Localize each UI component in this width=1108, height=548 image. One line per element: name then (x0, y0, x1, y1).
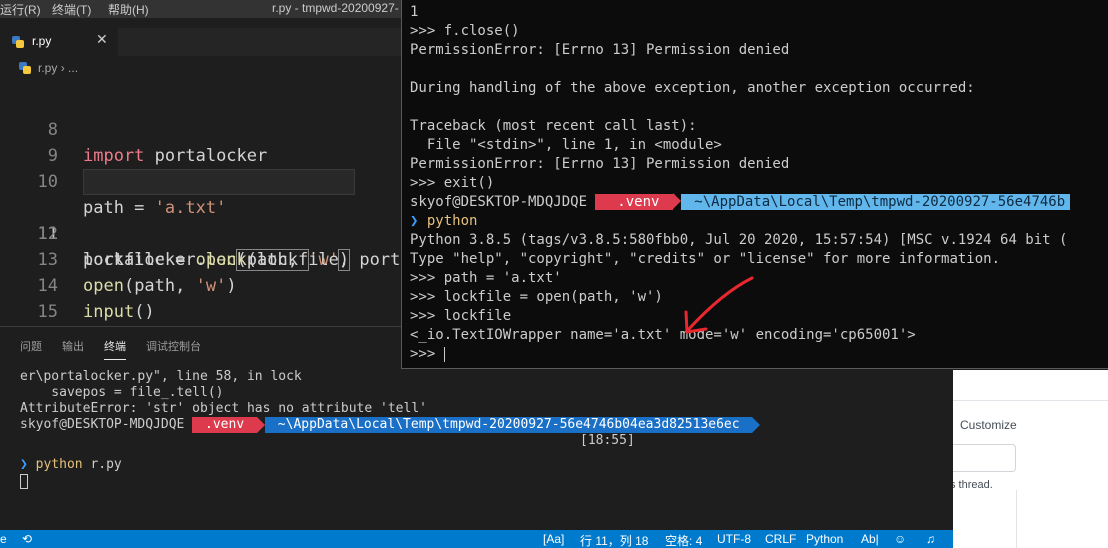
wt-line: Traceback (most recent call last): (410, 118, 697, 134)
status-item[interactable]: e (0, 532, 7, 546)
divider (1016, 490, 1017, 548)
wt-line: 1 (410, 4, 419, 20)
status-match-case[interactable]: [Aa] (543, 532, 564, 546)
status-encoding[interactable]: UTF-8 (717, 532, 751, 546)
terminal-line: savepos = file_.tell() (20, 385, 224, 400)
wt-line: During handling of the above exception, … (410, 80, 975, 96)
wt-line: >>> f.close() (410, 23, 520, 39)
wt-line: Type "help", "copyright", "credits" or "… (410, 251, 1001, 267)
line-number: 15 (37, 302, 58, 322)
annotation-arrow-icon (684, 276, 754, 334)
bell-icon[interactable]: ♫ (926, 532, 935, 546)
venv-segment: .venv (595, 194, 673, 210)
wt-line: >>> lockfile = open(path, 'w') (410, 289, 663, 305)
status-ab[interactable]: Ab| (861, 532, 879, 546)
wt-line: <_io.TextIOWrapper name='a.txt' mode='w'… (410, 327, 916, 343)
tab-output[interactable]: 输出 (62, 338, 84, 354)
terminal-line: er\portalocker.py", line 58, in lock (20, 369, 302, 384)
wt-line: PermissionError: [Errno 13] Permission d… (410, 156, 790, 172)
prompt-chevron-icon: ❯ (20, 457, 28, 472)
wt-command-line: ❯ python (410, 213, 478, 229)
terminal-cursor (443, 346, 445, 362)
status-language[interactable]: Python (806, 532, 843, 546)
menu-help[interactable]: 帮助(H) (108, 1, 149, 18)
menu-run[interactable]: 运行(R) (0, 1, 41, 18)
prompt-chevron-icon: ❯ (410, 213, 419, 229)
terminal-command-line: ❯ python r.py (20, 457, 122, 472)
wt-prompt-line: skyof@DESKTOP-MDQJDQE .venv ~\AppData\Lo… (410, 193, 1071, 212)
tab-label: r.py (32, 34, 52, 48)
customize-link[interactable]: Customize (960, 418, 1017, 432)
terminal-line: AttributeError: 'str' object has no attr… (20, 401, 427, 416)
terminal-time: [18:55] (580, 433, 635, 448)
venv-segment: .venv (192, 417, 257, 433)
window-title: r.py - tmpwd-20200927- (272, 1, 399, 15)
tab-debug-console[interactable]: 调试控制台 (146, 338, 201, 354)
status-indentation[interactable]: 空格: 4 (665, 532, 702, 548)
wt-line: Python 3.8.5 (tags/v3.8.5:580fbb0, Jul 2… (410, 232, 1068, 248)
tab-problems[interactable]: 问题 (20, 338, 42, 354)
wt-line: >>> path = 'a.txt' (410, 270, 562, 286)
thread-text: s thread. (950, 479, 993, 491)
status-eol[interactable]: CRLF (765, 532, 796, 546)
terminal-cursor-line (20, 474, 28, 490)
menu-terminal[interactable]: 终端(T) (52, 1, 91, 18)
wt-line: >>> exit() (410, 175, 495, 191)
divider (940, 400, 1108, 401)
wt-line: PermissionError: [Errno 13] Permission d… (410, 42, 790, 58)
background-web-page: Customize s thread. (930, 370, 1108, 548)
wt-line: File "<stdin>", line 1, in <module> (410, 137, 722, 153)
feedback-icon[interactable]: ☺ (894, 532, 906, 546)
tab-r-py[interactable]: r.py ✕ (0, 28, 118, 56)
tab-terminal[interactable]: 终端 (104, 338, 126, 360)
path-segment: ~\AppData\Local\Temp\tmpwd-20200927-56e4… (264, 417, 753, 433)
current-line-highlight (83, 169, 355, 195)
status-cursor-position[interactable]: 行 11，列 18 (580, 532, 648, 548)
python-file-icon (12, 36, 24, 48)
python-file-icon (19, 62, 31, 74)
sync-icon[interactable]: ⟲ (22, 532, 32, 546)
wt-input-line: >>> (410, 346, 445, 362)
terminal-cursor (20, 474, 28, 489)
wt-line: >>> lockfile (410, 308, 512, 324)
close-icon[interactable]: ✕ (96, 32, 108, 48)
terminal-prompt-line: skyof@DESKTOP-MDQJDQE .venv ~\AppData\Lo… (20, 417, 761, 433)
status-bar: e ⟲ [Aa] 行 11，列 18 空格: 4 UTF-8 CRLF Pyth… (0, 530, 953, 548)
breadcrumb-file[interactable]: r.py › ... (38, 61, 78, 75)
integrated-terminal[interactable]: er\portalocker.py", line 58, in lock sav… (0, 367, 953, 531)
path-segment: ~\AppData\Local\Temp\tmpwd-20200927-56e4… (680, 194, 1071, 210)
